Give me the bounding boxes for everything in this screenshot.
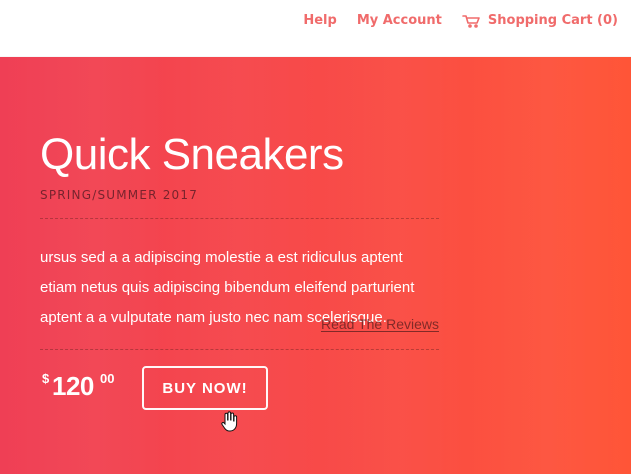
hero-banner: Quick Sneakers SPRING/SUMMER 2017 ursus … bbox=[0, 56, 631, 474]
product-description: ursus sed a a adipiscing molestie a est … bbox=[40, 243, 439, 333]
shopping-cart-link[interactable]: Shopping Cart (0) bbox=[462, 13, 618, 28]
bottom-dashed-divider bbox=[40, 349, 439, 351]
read-reviews-link[interactable]: Read The Reviews bbox=[321, 317, 439, 331]
buy-now-button[interactable]: BUY NOW! bbox=[142, 366, 268, 411]
currency-symbol: $ bbox=[42, 371, 50, 387]
product-title: Quick Sneakers bbox=[40, 130, 344, 179]
product-page: Help My Account Shopping Cart (0) Quick … bbox=[0, 0, 631, 474]
product-details: Quick Sneakers SPRING/SUMMER 2017 ursus … bbox=[40, 130, 439, 414]
header-navigation: Help My Account Shopping Cart (0) bbox=[303, 13, 618, 28]
collection-label: SPRING/SUMMER 2017 bbox=[40, 187, 199, 202]
purchase-area: $ 120 00 BUY NOW! bbox=[40, 366, 439, 414]
shopping-cart-label: Shopping Cart (0) bbox=[487, 13, 618, 28]
price-amount: 120 bbox=[52, 371, 94, 402]
product-description-text: ursus sed a a adipiscing molestie a est … bbox=[40, 249, 415, 327]
top-navigation-bar: Help My Account Shopping Cart (0) bbox=[0, 0, 631, 57]
my-account-link[interactable]: My Account bbox=[357, 13, 442, 28]
price-cents: 00 bbox=[100, 371, 115, 387]
top-dashed-divider bbox=[40, 218, 439, 220]
cart-icon bbox=[462, 14, 482, 28]
help-link[interactable]: Help bbox=[303, 13, 336, 28]
